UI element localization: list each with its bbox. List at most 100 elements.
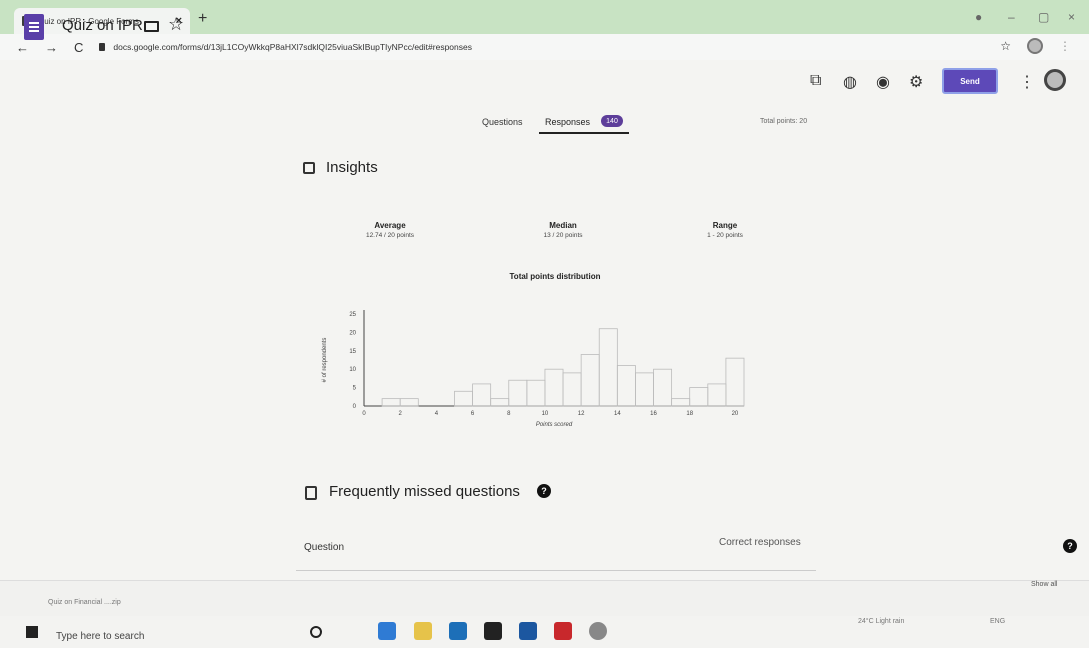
correct-responses-help-icon[interactable]: ? xyxy=(1063,539,1077,553)
help-icon[interactable]: ? xyxy=(537,484,551,498)
bookmark-star-icon[interactable]: ☆ xyxy=(1000,39,1011,53)
histogram-bar xyxy=(508,379,528,407)
stat-range: Range 1 - 20 points xyxy=(665,221,785,239)
maximize-icon[interactable]: ▢ xyxy=(1038,10,1049,24)
frequently-missed-title: Frequently missed questions xyxy=(329,483,520,500)
histogram-bar xyxy=(454,390,473,407)
store-icon[interactable] xyxy=(449,622,467,640)
language-indicator[interactable]: ENG xyxy=(990,618,1005,625)
range-label: Range xyxy=(712,221,738,230)
histogram-bar xyxy=(472,383,492,407)
column-header-correct-responses: Correct responses xyxy=(719,537,801,548)
stat-average: Average 12.74 / 20 points xyxy=(330,221,450,239)
reload-icon[interactable]: C xyxy=(74,40,83,55)
y-tick-label: 0 xyxy=(353,404,357,410)
x-tick-label: 4 xyxy=(435,411,439,417)
windows-taskbar xyxy=(0,616,1089,648)
minimize-icon[interactable]: – xyxy=(1008,10,1015,24)
histogram-bar xyxy=(562,372,582,407)
new-tab-icon[interactable]: + xyxy=(198,10,207,28)
address-bar: ← → C docs.google.com/forms/d/13jL1COyWk… xyxy=(0,34,1089,60)
points-distribution-chart: 0 5 10 15 20 25 0 2 4 6 8 10 12 14 16 18 20 Points scored… xyxy=(322,310,745,428)
show-all-button[interactable]: Show all xyxy=(1031,581,1057,588)
system-tray-weather[interactable]: 24°C Light rain xyxy=(858,618,904,625)
browser-menu-icon[interactable]: ⋮ xyxy=(1059,39,1071,53)
google-forms-logo-icon[interactable] xyxy=(24,14,44,40)
median-value: 13 / 20 points xyxy=(543,232,583,239)
profile-icon[interactable]: ● xyxy=(975,10,982,24)
histogram-bar xyxy=(399,398,419,407)
tab-responses[interactable]: Responses xyxy=(545,117,590,127)
download-item[interactable]: Quiz on Financial ....zip xyxy=(48,599,121,606)
divider xyxy=(296,570,816,571)
stat-median: Median 13 / 20 points xyxy=(503,221,623,239)
x-axis-label: Points scored xyxy=(536,422,573,428)
histogram-bar xyxy=(653,368,673,407)
address-bar-actions: ☆ ⋮ xyxy=(1000,38,1071,54)
x-tick-label: 18 xyxy=(686,411,693,417)
total-points: Total points: 20 xyxy=(760,118,808,125)
range-value: 1 - 20 points xyxy=(707,232,743,239)
histogram-bar xyxy=(580,354,600,407)
outlook-icon[interactable] xyxy=(519,622,537,640)
x-tick-label: 2 xyxy=(399,411,403,417)
y-axis-label: # of respondents xyxy=(322,338,328,383)
x-tick-label: 12 xyxy=(578,411,585,417)
cortana-icon[interactable] xyxy=(310,626,322,638)
download-shelf: Quiz on Financial ....zip Show all xyxy=(0,580,1089,616)
star-icon[interactable]: ☆ xyxy=(168,14,184,35)
chart-title: Total points distribution xyxy=(509,272,601,281)
histogram-bar xyxy=(635,372,654,407)
form-title[interactable]: Quiz on IPR xyxy=(62,17,143,34)
edge-icon[interactable] xyxy=(378,622,396,640)
median-label: Median xyxy=(549,221,577,230)
browser-profile-avatar[interactable] xyxy=(1027,38,1043,54)
bag-icon[interactable] xyxy=(484,622,502,640)
windows-start-icon[interactable] xyxy=(26,626,38,638)
taskbar-search[interactable]: Type here to search xyxy=(56,631,144,642)
user-avatar[interactable] xyxy=(1044,69,1066,91)
url-field[interactable]: docs.google.com/forms/d/13jL1COyWkkqP8aH… xyxy=(99,42,472,52)
customize-theme-icon[interactable]: ⧉ xyxy=(810,72,821,90)
y-tick-label: 25 xyxy=(349,312,356,318)
y-tick-label: 5 xyxy=(353,386,357,392)
histogram-bar xyxy=(526,379,546,407)
file-explorer-icon[interactable] xyxy=(414,622,432,640)
chrome-icon[interactable] xyxy=(589,622,607,640)
histogram-bar xyxy=(725,357,745,407)
settings-gear-icon[interactable]: ⚙ xyxy=(909,72,923,92)
x-tick-label: 20 xyxy=(732,411,739,417)
histogram-bar xyxy=(490,398,510,407)
x-tick-label: 0 xyxy=(362,411,366,417)
close-window-icon[interactable]: × xyxy=(1068,10,1075,24)
histogram-bar xyxy=(544,368,564,407)
send-button[interactable]: Send xyxy=(942,68,998,94)
more-options-icon[interactable]: ⋮ xyxy=(1019,72,1035,92)
tab-questions[interactable]: Questions xyxy=(482,117,523,127)
x-tick-label: 14 xyxy=(614,411,621,417)
clipboard-icon xyxy=(305,486,317,500)
insights-icon xyxy=(303,162,315,174)
x-tick-label: 10 xyxy=(542,411,549,417)
folder-icon[interactable] xyxy=(144,21,159,32)
histogram-bar xyxy=(707,383,727,407)
y-tick-label: 20 xyxy=(349,330,356,336)
x-tick-label: 16 xyxy=(650,411,657,417)
pdf-reader-icon[interactable] xyxy=(554,622,572,640)
histogram-bar xyxy=(689,387,709,407)
active-tab-indicator xyxy=(539,132,629,134)
average-value: 12.74 / 20 points xyxy=(365,232,415,239)
histogram-bar xyxy=(671,398,691,407)
forward-icon[interactable]: → xyxy=(45,40,58,55)
column-header-question: Question xyxy=(304,542,345,553)
histogram-bar xyxy=(598,328,618,407)
insights-title: Insights xyxy=(326,159,378,176)
histogram-bar xyxy=(616,365,636,407)
responses-count-badge: 140 xyxy=(601,115,623,127)
palette-icon[interactable]: ◍ xyxy=(843,72,857,92)
average-label: Average xyxy=(374,221,406,230)
browser-tab-strip: Quiz on IPR - Google Forms × + ● – ▢ × xyxy=(0,0,1089,34)
preview-eye-icon[interactable]: ◉ xyxy=(876,72,890,92)
back-icon[interactable]: ← xyxy=(16,40,29,55)
x-tick-label: 6 xyxy=(471,411,475,417)
